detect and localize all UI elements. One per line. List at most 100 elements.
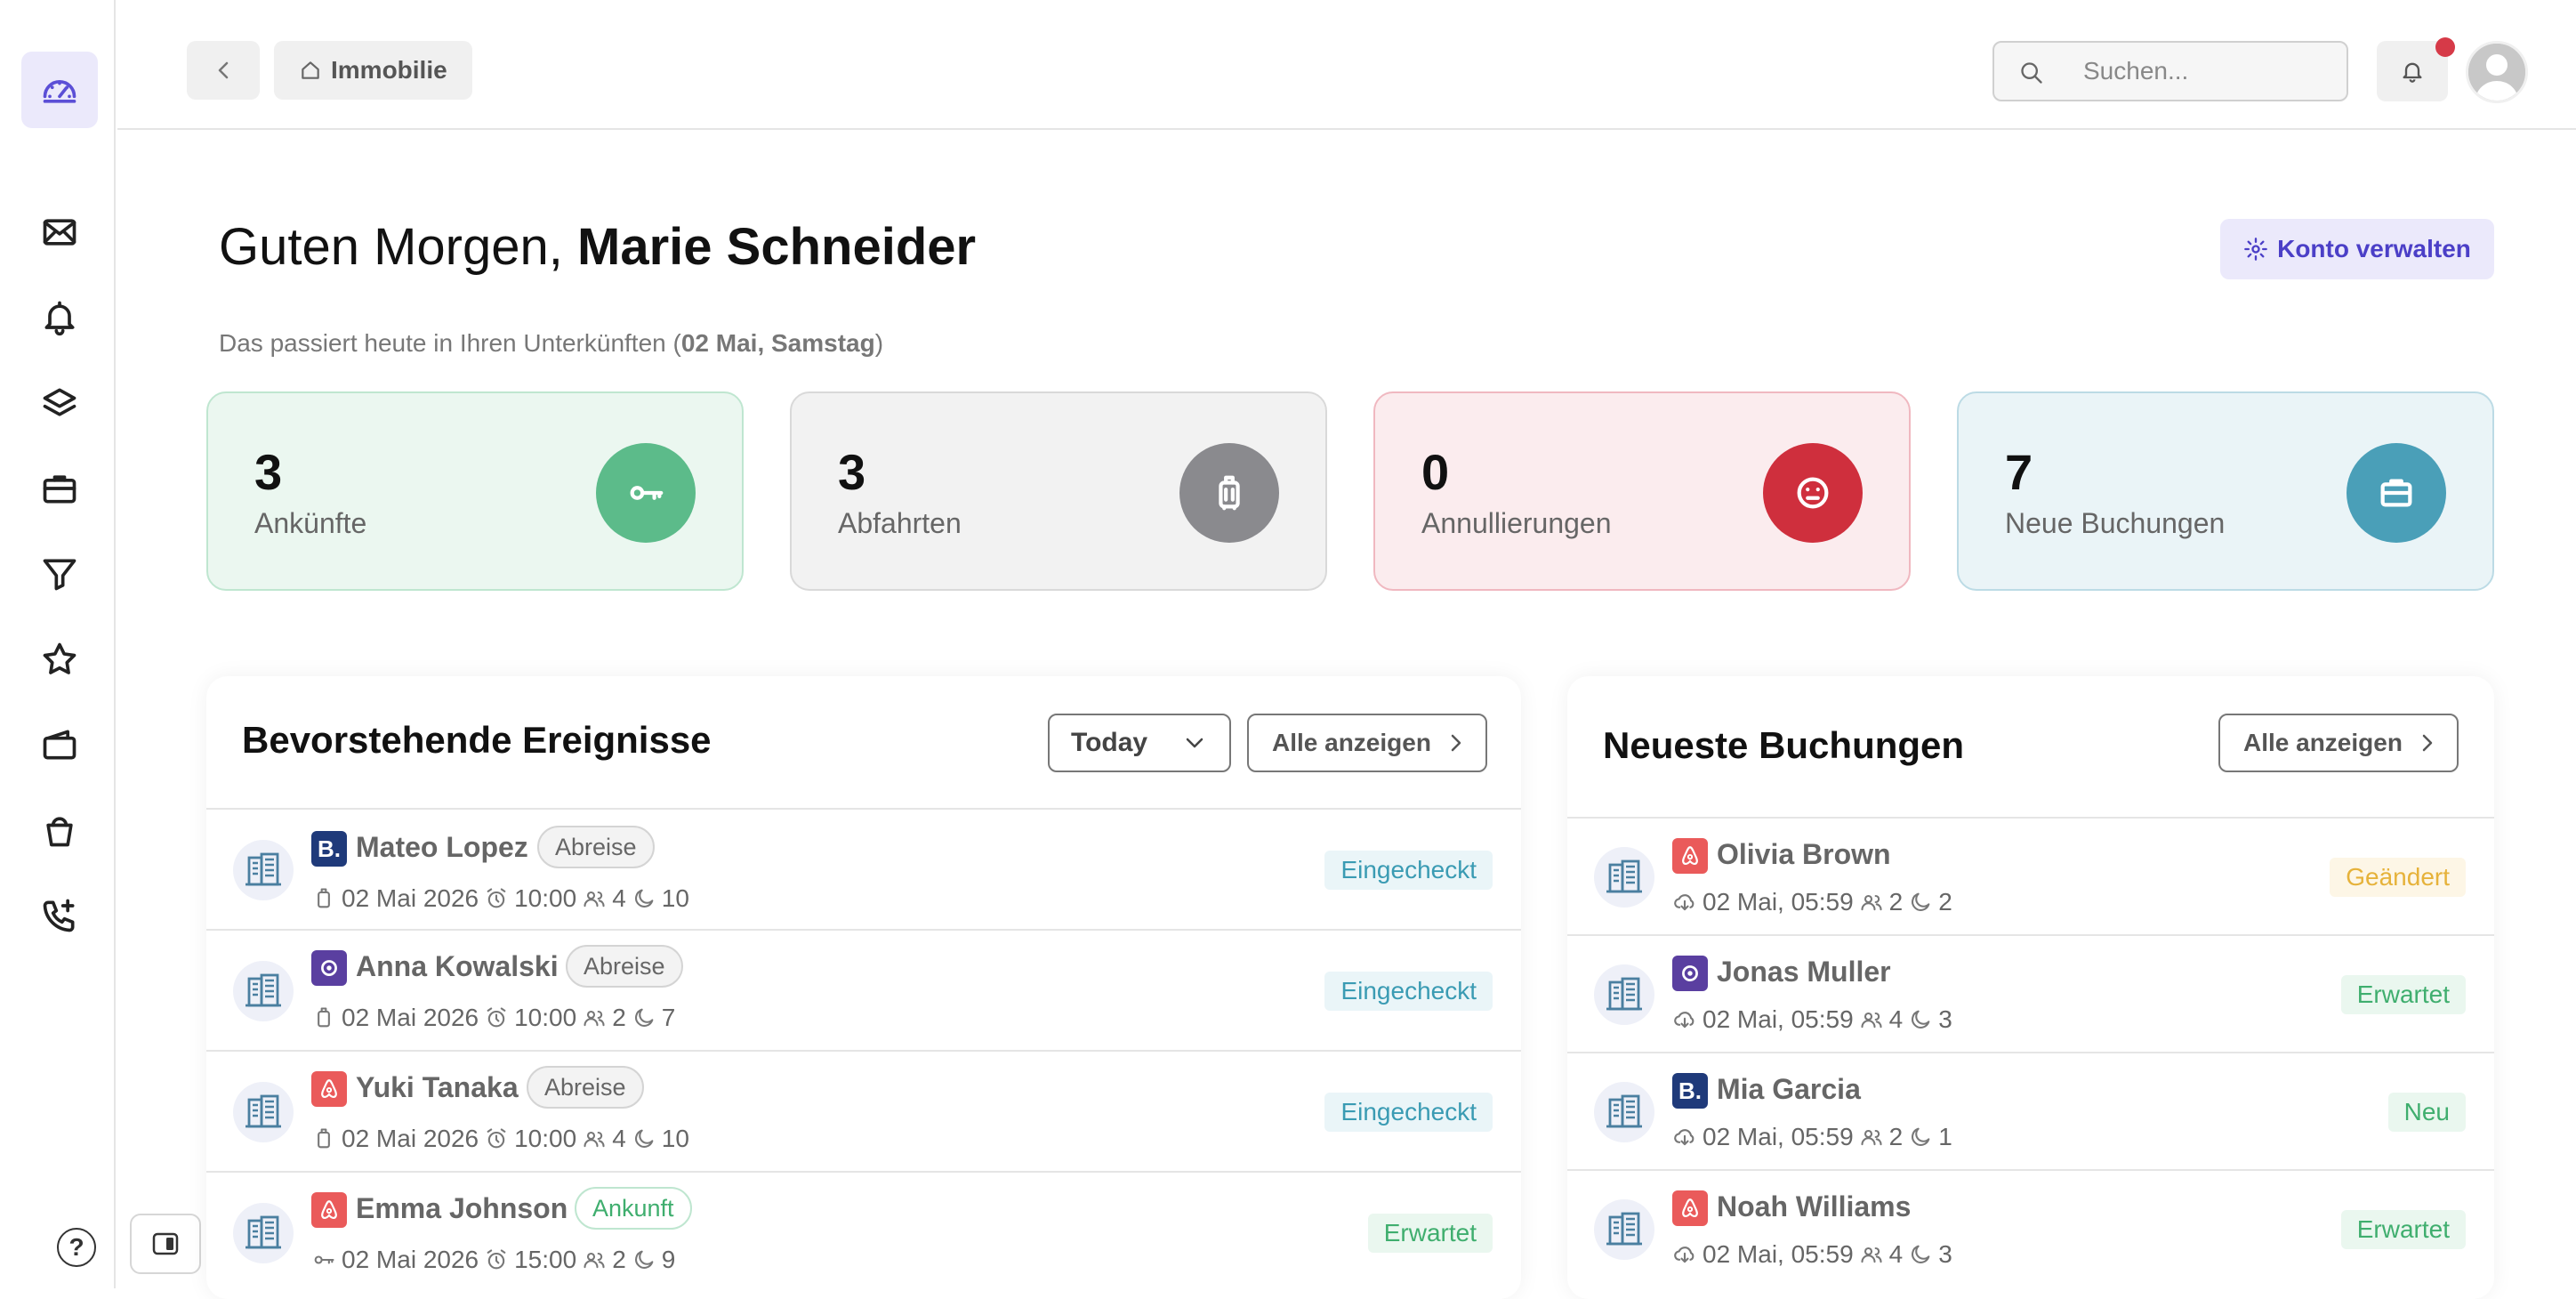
moon-icon	[634, 1250, 654, 1269]
sidebar-toggle-button[interactable]	[130, 1214, 201, 1274]
night-count: 9	[661, 1246, 676, 1273]
event-row[interactable]: Emma Johnson Ankunft 02 Mai 2026 15:00 2…	[206, 1171, 1521, 1292]
users-icon	[584, 1252, 605, 1269]
guest-name: Noah Williams	[1717, 1190, 1912, 1222]
key-icon	[314, 1255, 334, 1264]
home-icon	[302, 61, 319, 79]
sidebar-item-cleaning[interactable]	[21, 792, 98, 868]
guest-name: Mateo Lopez	[356, 831, 528, 863]
stat-label: Ankünfte	[254, 507, 367, 539]
guest-count: 4	[1888, 1240, 1904, 1268]
guest-name: Yuki Tanaka	[356, 1071, 519, 1103]
booking-date: 02 Mai, 05:59	[1703, 1240, 1854, 1268]
stat-label: Annullierungen	[1421, 507, 1612, 539]
booking-meta: 02 Mai, 05:59 4 3	[1672, 1240, 1952, 1269]
bell-icon	[2403, 62, 2422, 83]
guest-count: 2	[612, 1246, 626, 1273]
luggage-icon	[318, 888, 330, 908]
date-filter-select[interactable]: Today	[1048, 714, 1231, 772]
wallet-icon	[43, 730, 76, 760]
users-icon	[584, 1131, 605, 1148]
building-icon	[1594, 847, 1654, 908]
event-type-tag: Abreise	[527, 1066, 644, 1109]
search-icon	[2021, 62, 2042, 84]
sidebar-item-notifications[interactable]	[21, 279, 98, 356]
event-row[interactable]: Anna Kowalski Abreise 02 Mai 2026 10:00 …	[206, 929, 1521, 1050]
booking-meta: 02 Mai, 05:59 2 1	[1672, 1123, 1952, 1151]
event-row[interactable]: Yuki Tanaka Abreise 02 Mai 2026 10:00 4 …	[206, 1050, 1521, 1171]
status-badge: Neu	[2387, 1093, 2466, 1132]
user-name: Marie Schneider	[577, 218, 977, 276]
layers-icon	[43, 388, 76, 416]
sidebar-item-calls[interactable]	[21, 877, 98, 954]
event-date: 02 Mai 2026	[342, 1004, 479, 1031]
stat-card-cancellations[interactable]: 0 Annullierungen	[1373, 391, 1911, 591]
status-badge: Erwartet	[2340, 1210, 2466, 1249]
stat-card-arrivals[interactable]: 3 Ankünfte	[206, 391, 744, 591]
event-type-tag: Abreise	[537, 826, 655, 868]
booking-row[interactable]: Jonas Muller 02 Mai, 05:59 4 3 Erwartet	[1567, 934, 2494, 1052]
events-view-all-button[interactable]: Alle anzeigen	[1247, 714, 1487, 772]
event-date: 02 Mai 2026	[342, 1246, 479, 1273]
search-box[interactable]	[1992, 41, 2348, 101]
panel-title: Bevorstehende Ereignisse	[242, 719, 712, 761]
moon-icon	[634, 1129, 654, 1148]
status-badge: Geändert	[2330, 858, 2466, 897]
manage-account-button[interactable]: Konto verwalten	[2220, 219, 2494, 279]
stat-card-new-bookings[interactable]: 7 Neue Buchungen	[1957, 391, 2494, 591]
stat-label: Neue Buchungen	[2005, 507, 2226, 539]
alarm-clock-icon	[487, 1007, 506, 1028]
luggage-icon	[318, 1128, 330, 1149]
stat-icon-circle	[2347, 443, 2446, 543]
status-badge: Erwartet	[2340, 975, 2466, 1014]
status-badge: Eingecheckt	[1324, 972, 1493, 1011]
bookings-view-all-button[interactable]: Alle anzeigen	[2218, 714, 2459, 772]
sidebar-item-filter[interactable]	[21, 536, 98, 612]
sidebar-item-reviews[interactable]	[21, 621, 98, 698]
event-meta: 02 Mai 2026 10:00 4 10	[311, 1125, 689, 1153]
chevron-down-icon	[1186, 738, 1203, 748]
booking-row[interactable]: B. Mia Garcia 02 Mai, 05:59 2 1 Neu	[1567, 1052, 2494, 1169]
date-filter-value: Today	[1071, 728, 1148, 757]
help-icon: ?	[68, 1233, 85, 1261]
breadcrumb-property[interactable]: Immobilie	[274, 41, 472, 100]
status-badge: Eingecheckt	[1324, 851, 1493, 890]
status-badge: Erwartet	[1367, 1214, 1493, 1253]
event-meta: 02 Mai 2026 15:00 2 9	[311, 1246, 675, 1274]
help-button[interactable]: ?	[57, 1228, 96, 1267]
back-button[interactable]	[187, 41, 260, 100]
booking-row[interactable]: Noah Williams 02 Mai, 05:59 4 3 Erwartet	[1567, 1169, 2494, 1287]
stat-icon-circle	[596, 443, 696, 543]
building-icon	[1594, 964, 1654, 1025]
star-icon	[43, 642, 76, 674]
guest-count: 4	[1888, 1005, 1904, 1033]
search-input[interactable]	[2083, 43, 2332, 100]
booking-row[interactable]: Olivia Brown 02 Mai, 05:59 2 2 Geändert	[1567, 817, 2494, 934]
sidebar-item-dashboard[interactable]	[21, 52, 98, 128]
gear-icon	[2244, 238, 2267, 261]
avatar[interactable]	[2466, 41, 2528, 103]
booking-date: 02 Mai, 05:59	[1703, 888, 1854, 916]
page-title: Guten Morgen, Marie Schneider	[219, 217, 976, 277]
vrbo-logo-icon	[1672, 956, 1708, 991]
sidebar-item-messages[interactable]	[21, 194, 98, 270]
sidebar-item-wallet[interactable]	[21, 706, 98, 783]
cloud-download-icon	[1674, 1129, 1695, 1146]
event-date: 02 Mai 2026	[342, 1125, 479, 1152]
event-row[interactable]: B. Mateo Lopez Abreise 02 Mai 2026 10:00…	[206, 808, 1521, 929]
moon-icon	[1912, 1127, 1930, 1146]
moon-icon	[634, 1008, 654, 1027]
sidebar-item-properties[interactable]	[21, 450, 98, 527]
booking-meta: 02 Mai, 05:59 4 3	[1672, 1005, 1952, 1034]
subline-suffix: )	[874, 329, 884, 357]
building-icon	[1594, 1199, 1654, 1260]
chevron-right-icon	[2422, 734, 2433, 752]
event-meta: 02 Mai 2026 10:00 2 7	[311, 1004, 675, 1032]
sidebar-item-layers[interactable]	[21, 365, 98, 441]
stat-label: Abfahrten	[838, 507, 962, 539]
airbnb-logo-icon	[311, 1071, 347, 1107]
stat-value: 3	[254, 444, 283, 500]
status-badge: Eingecheckt	[1324, 1093, 1493, 1132]
stat-card-departures[interactable]: 3 Abfahrten	[790, 391, 1327, 591]
manage-account-label: Konto verwalten	[2277, 235, 2471, 262]
